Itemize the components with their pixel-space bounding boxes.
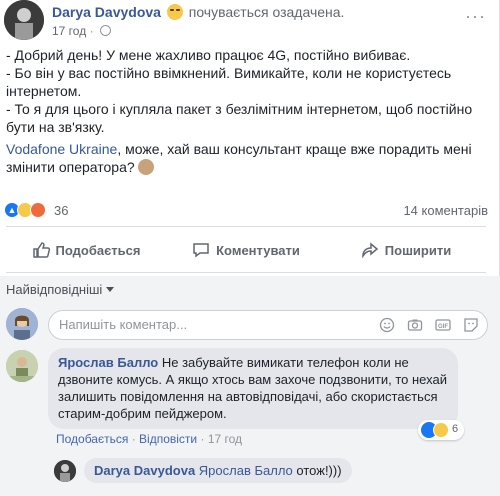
comment-composer: GIF	[6, 308, 492, 344]
reply-author[interactable]: Darya Davydova	[94, 463, 195, 478]
post-line-4: Vodafone Ukraine, може, хай ваш консульт…	[6, 140, 486, 176]
author-name[interactable]: Darya Davydova	[52, 4, 161, 20]
avatar[interactable]	[6, 350, 38, 382]
thumbs-up-icon	[32, 242, 50, 258]
reactions-summary[interactable]: ▲ 36 14 коментарів	[4, 200, 490, 220]
comment-reactions[interactable]: 6	[418, 420, 464, 440]
reply-text: отож!)))	[292, 463, 342, 478]
feeling-text: почувається озадачена.	[188, 4, 345, 20]
gif-icon[interactable]: GIF	[435, 317, 451, 333]
post-line-3: - То я для цього і купляла пакет з безлі…	[6, 101, 473, 135]
author-avatar[interactable]	[4, 0, 44, 40]
comment-like-link[interactable]: Подобається	[56, 432, 128, 446]
comment-button[interactable]: Коментувати	[166, 232, 326, 268]
share-icon	[362, 242, 378, 259]
svg-text:GIF: GIF	[438, 324, 448, 330]
comment-time[interactable]: 17 год	[208, 432, 242, 446]
comment-author[interactable]: Ярослав Балло	[58, 355, 158, 370]
post-line-2: - Бо він у вас постійно ввімкнений. Вими…	[6, 65, 452, 99]
avatar[interactable]	[6, 308, 38, 340]
comments-section: Найвідповідніші GIF Ярослав Балло	[0, 276, 500, 496]
comment-icon	[193, 243, 209, 258]
post-text: - Добрий день! У мене жахливо працює 4G,…	[6, 46, 486, 176]
post-meta: 17 год ·	[52, 24, 111, 38]
mention-link[interactable]: Vodafone Ukraine	[6, 141, 117, 157]
divider	[6, 226, 486, 227]
post-author-line: Darya Davydova почувається озадачена.	[52, 4, 344, 20]
feeling-emoji-icon	[166, 4, 183, 20]
comment-button-label: Коментувати	[216, 242, 300, 258]
comment-reply-link[interactable]: Відповісти	[139, 432, 197, 446]
globe-icon	[99, 25, 111, 36]
see-no-evil-monkey-icon	[137, 159, 154, 175]
share-button[interactable]: Поширити	[326, 232, 486, 268]
comment-sort-dropdown[interactable]: Найвідповідніші	[6, 282, 115, 297]
chevron-down-icon	[106, 287, 115, 292]
share-button-label: Поширити	[384, 242, 452, 258]
comments-count-link[interactable]: 14 коментарів	[403, 203, 488, 218]
more-icon[interactable]: ···	[465, 6, 486, 27]
like-button-label: Подобається	[55, 242, 141, 258]
comment-input[interactable]	[59, 317, 359, 332]
angry-icon	[30, 202, 46, 218]
post-card: Darya Davydova почувається озадачена. 17…	[0, 0, 500, 496]
camera-icon[interactable]	[407, 317, 423, 333]
composer-icons: GIF	[379, 317, 479, 333]
comment-input-box[interactable]: GIF	[48, 310, 488, 340]
sticker-icon[interactable]	[463, 317, 479, 333]
reply-tag[interactable]: Ярослав Балло	[199, 463, 293, 478]
divider	[6, 272, 486, 273]
post-line-1: - Добрий день! У мене жахливо працює 4G,…	[6, 47, 411, 63]
emoji-icon[interactable]	[379, 317, 395, 333]
action-bar: Подобається Коментувати Поширити	[6, 232, 486, 268]
post-header: Darya Davydova почувається озадачена. 17…	[0, 0, 500, 42]
reaction-count[interactable]: 36	[54, 203, 68, 218]
avatar[interactable]	[54, 460, 76, 482]
comment-reaction-count: 6	[452, 423, 459, 435]
comment-bubble: Ярослав Балло Не забувайте вимикати теле…	[48, 348, 458, 429]
sort-label: Найвідповідніші	[6, 282, 103, 297]
reply-bubble: Darya Davydova Ярослав Балло отож!)))	[84, 458, 352, 483]
like-button[interactable]: Подобається	[6, 232, 166, 268]
haha-icon	[433, 422, 449, 438]
comment-actions: Подобається · Відповісти · 17 год	[56, 432, 243, 446]
post-time[interactable]: 17 год	[52, 24, 86, 38]
